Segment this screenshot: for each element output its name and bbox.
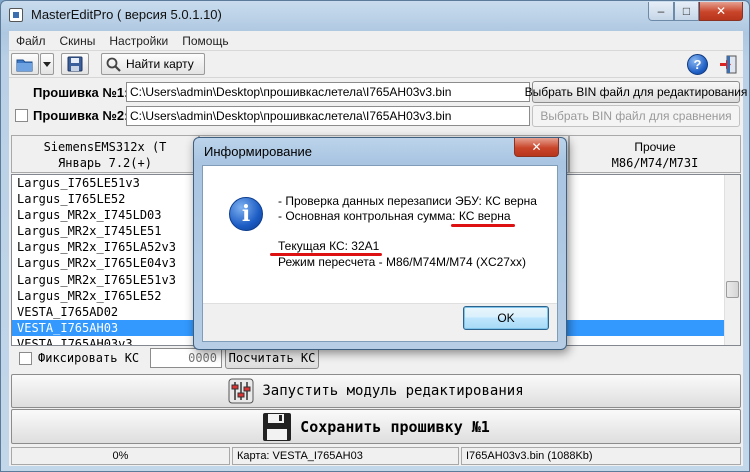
save-firmware-button[interactable]: Сохранить прошивку №1 (11, 409, 741, 444)
scrollbar-thumb[interactable] (726, 281, 739, 298)
dropdown-arrow-icon (43, 61, 51, 67)
info-dialog: Информирование ✕ i - Проверка данных пер… (193, 137, 567, 350)
status-file: I765AH03v3.bin (1088Kb) (461, 447, 741, 465)
menu-bar: Файл Скины Настройки Помощь (9, 31, 743, 51)
open-dropdown-button[interactable] (40, 53, 54, 75)
dialog-line1: - Проверка данных перезаписи ЭБУ: КС вер… (278, 194, 537, 208)
minimize-button[interactable]: – (648, 2, 674, 21)
select-bin-compare-button[interactable]: Выбрать BIN файл для сравнения (532, 105, 740, 127)
dialog-line3: Текущая КС: 32A1 (278, 239, 380, 253)
firmware1-path-field[interactable]: C:\Users\admin\Desktop\прошивкаслетела\I… (126, 82, 530, 102)
run-editor-label: Запустить модуль редактирования (262, 383, 524, 399)
menu-skins[interactable]: Скины (53, 31, 103, 48)
folder-open-icon (16, 59, 33, 71)
find-map-button[interactable]: Найти карту (101, 53, 205, 75)
toolbar: Найти карту ? (9, 51, 743, 78)
help-button[interactable]: ? (687, 54, 708, 75)
menu-help[interactable]: Помощь (175, 31, 235, 48)
save-firmware-label: Сохранить прошивку №1 (300, 417, 490, 436)
list-scrollbar[interactable] (724, 175, 740, 345)
save-file-button[interactable] (61, 53, 89, 75)
tab-siemens-line2: Январь 7.2(+) (58, 156, 152, 170)
calc-checksum-button[interactable]: Посчитать КС (225, 347, 319, 369)
firmware1-label: Прошивка №1: (33, 85, 129, 100)
tab-other-line1: Прочие (634, 140, 676, 154)
dialog-title: Информирование (204, 144, 312, 159)
tab-siemens-line1: SiemensEMS312x (T (43, 140, 167, 154)
close-button[interactable]: ✕ (699, 2, 743, 21)
fix-checksum-label: Фиксировать КС (38, 351, 140, 365)
exit-icon (720, 55, 737, 74)
menu-settings[interactable]: Настройки (102, 31, 175, 48)
save-icon (67, 56, 83, 72)
menu-file[interactable]: Файл (9, 31, 53, 48)
info-icon: i (229, 197, 263, 231)
title-bar[interactable]: MasterEditPro ( версия 5.0.1.10) – □ ✕ (1, 1, 749, 29)
fix-checksum-checkbox[interactable] (19, 352, 32, 365)
dialog-line2-value: КС верна (455, 209, 511, 223)
tab-other-line2: M86/M74/M73I (611, 156, 699, 170)
save-large-icon (263, 412, 292, 441)
find-map-label: Найти карту (126, 57, 194, 71)
dialog-line2: - Основная контрольная сумма: КС верна (278, 209, 511, 223)
progress-indicator: 0% (11, 447, 230, 465)
dialog-close-button[interactable]: ✕ (514, 138, 559, 157)
dialog-line2-prefix: - Основная контрольная сумма: (278, 209, 456, 223)
firmware2-checkbox[interactable] (15, 109, 28, 122)
highlight-underline (451, 224, 515, 227)
tab-other[interactable]: Прочие M86/M74/M73I (569, 135, 741, 173)
window-title: MasterEditPro ( версия 5.0.1.10) (31, 7, 222, 22)
firmware2-label: Прошивка №2: (33, 108, 129, 123)
run-editor-button[interactable]: Запустить модуль редактирования (11, 374, 741, 408)
checksum-value-input[interactable] (150, 348, 222, 368)
app-icon (9, 8, 23, 22)
maximize-button[interactable]: □ (674, 2, 699, 21)
dialog-line4: Режим пересчета - M86/M74M/M74 (XC27xx) (278, 255, 526, 269)
open-file-button[interactable] (11, 53, 39, 75)
exit-button[interactable] (719, 54, 739, 75)
tab-siemens[interactable]: SiemensEMS312x (T Январь 7.2(+) (11, 135, 199, 173)
status-map: Карта: VESTA_I765AH03 (232, 447, 459, 465)
help-icon: ? (693, 57, 702, 72)
firmware2-path-field[interactable]: C:\Users\admin\Desktop\прошивкаслетела\I… (126, 106, 530, 126)
magnifier-icon (106, 57, 121, 72)
sliders-icon (228, 378, 254, 404)
select-bin-edit-button[interactable]: Выбрать BIN файл для редактирования (525, 81, 747, 103)
ok-button[interactable]: OK (463, 306, 549, 330)
status-bar: 0% Карта: VESTA_I765AH03 I765AH03v3.bin … (9, 445, 743, 466)
